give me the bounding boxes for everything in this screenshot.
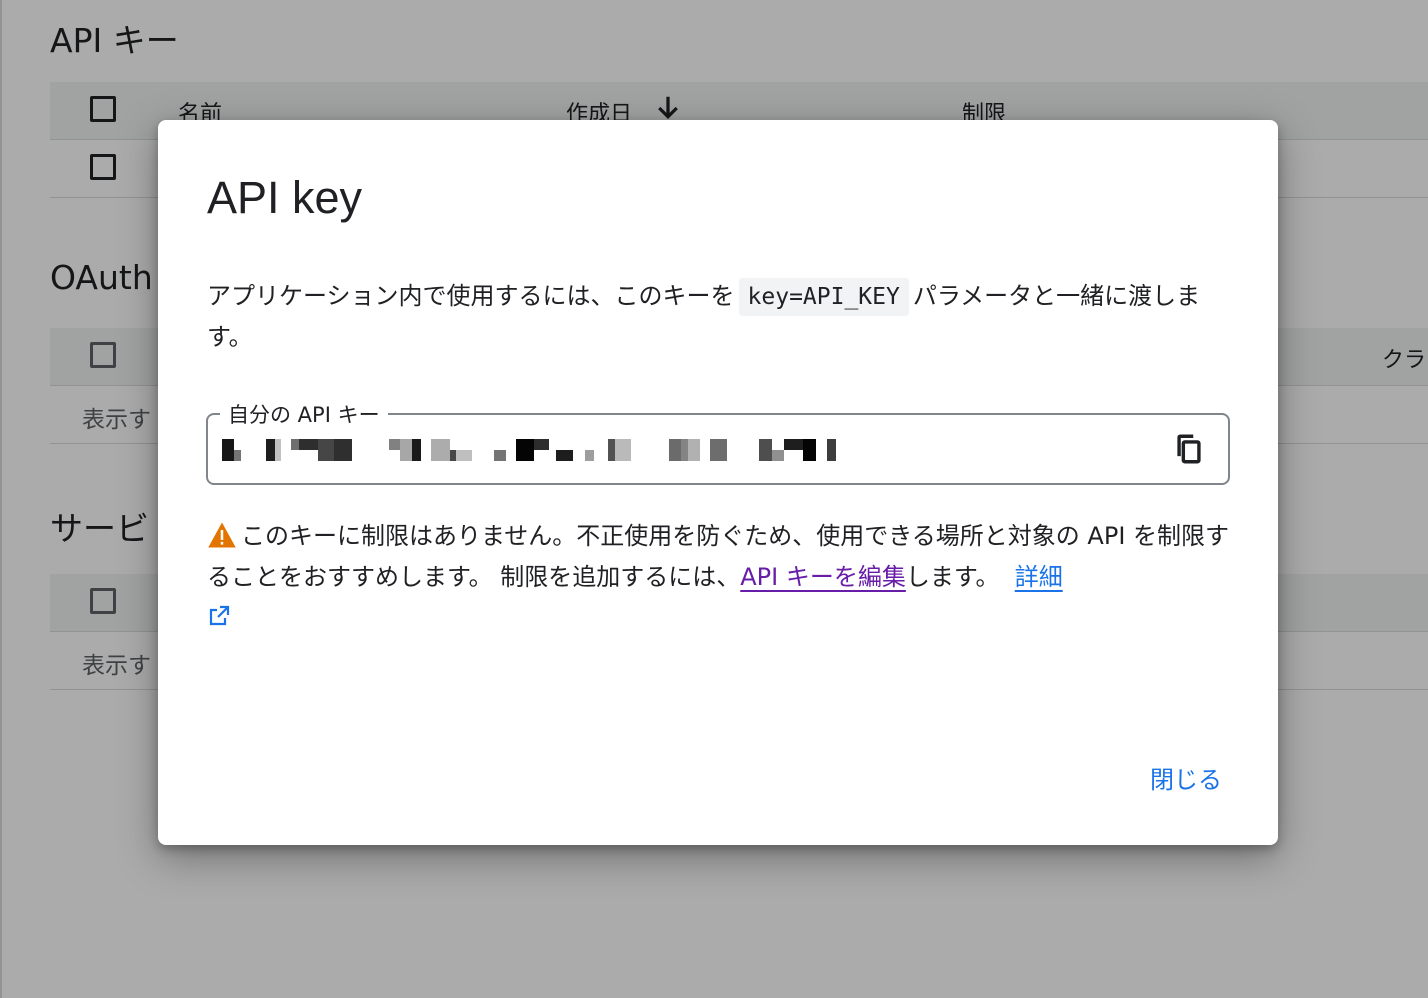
mask-pixel xyxy=(456,450,472,461)
close-button[interactable]: 閉じる xyxy=(1144,756,1228,799)
mask-pixel xyxy=(431,439,450,461)
mask-pixel xyxy=(412,439,421,461)
mask-pixel xyxy=(669,439,681,461)
mask-pixel xyxy=(400,439,412,461)
copy-icon[interactable] xyxy=(1172,431,1206,467)
mask-pixel xyxy=(827,439,836,461)
mask-pixel xyxy=(608,439,615,461)
mask-pixel xyxy=(389,439,400,450)
mask-pixel xyxy=(450,450,456,461)
mask-pixel xyxy=(556,450,573,461)
masked-api-key-value[interactable] xyxy=(222,439,842,461)
api-key-dialog: API key アプリケーション内で使用するには、このキーを key=API_KE… xyxy=(158,120,1278,845)
learn-more-link[interactable]: 詳細 xyxy=(1015,563,1063,591)
mask-pixel xyxy=(222,439,234,461)
api-key-field-label: 自分の API キー xyxy=(220,399,388,429)
mask-pixel xyxy=(291,439,299,450)
mask-pixel xyxy=(710,439,727,461)
mask-pixel xyxy=(772,450,784,461)
code-param: key=API_KEY xyxy=(738,278,909,316)
unrestricted-warning: このキーに制限はありません。不正使用を防ぐため、使用できる場所と対象の API … xyxy=(207,516,1237,628)
mask-pixel xyxy=(784,439,803,450)
edit-api-key-link[interactable]: API キーを編集 xyxy=(740,563,906,591)
warning-text: このキーに制限はありません。不正使用を防ぐため、使用できる場所と対象の API … xyxy=(207,522,1230,591)
description-before: アプリケーション内で使用するには、このキーを xyxy=(207,282,735,310)
mask-pixel xyxy=(615,439,631,461)
mask-pixel xyxy=(534,439,549,450)
warning-after-link: します。 xyxy=(905,563,1000,591)
dialog-title: API key xyxy=(207,172,363,223)
external-link-icon[interactable] xyxy=(207,604,231,628)
mask-pixel xyxy=(334,439,352,461)
mask-pixel xyxy=(585,450,594,461)
mask-pixel xyxy=(688,439,700,461)
mask-pixel xyxy=(275,439,281,461)
mask-pixel xyxy=(759,439,772,461)
mask-pixel xyxy=(266,439,275,461)
mask-pixel xyxy=(516,439,534,461)
mask-pixel xyxy=(299,439,318,450)
mask-pixel xyxy=(681,439,688,461)
mask-pixel xyxy=(318,439,334,461)
mask-pixel xyxy=(803,439,816,461)
mask-pixel xyxy=(234,450,241,461)
api-key-field[interactable]: 自分の API キー xyxy=(206,399,1230,485)
warning-icon xyxy=(208,522,236,548)
dialog-description: アプリケーション内で使用するには、このキーを key=API_KEY パラメータと一… xyxy=(207,276,1227,357)
mask-pixel xyxy=(494,450,506,461)
